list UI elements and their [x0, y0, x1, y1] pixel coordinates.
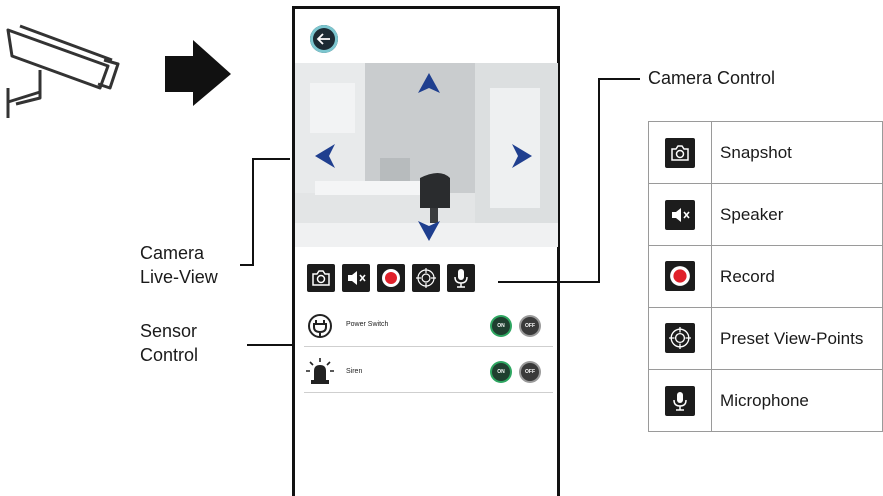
- snapshot-button[interactable]: [307, 264, 335, 292]
- microphone-icon: [665, 385, 696, 416]
- record-icon: [382, 269, 400, 287]
- callout-line: [240, 264, 254, 266]
- sensor-divider: [304, 392, 553, 393]
- speaker-muted-icon: [348, 271, 366, 285]
- right-arrow-icon: [165, 40, 231, 106]
- camera-control-callout: Camera Control: [648, 68, 776, 88]
- sensor-control-callout-line2: Control: [140, 345, 199, 365]
- legend-row: Microphone: [647, 369, 883, 432]
- callout-line: [598, 78, 600, 283]
- siren-icon: [306, 358, 334, 384]
- microphone-icon: [454, 269, 468, 288]
- legend-label: Speaker: [711, 183, 883, 246]
- legend-row: Snapshot: [647, 121, 883, 184]
- callout-line: [252, 158, 290, 160]
- legend-label: Preset View-Points: [711, 307, 883, 370]
- back-arrow-icon: [316, 33, 330, 45]
- record-button[interactable]: [377, 264, 405, 292]
- callout-line: [598, 78, 640, 80]
- sensor-label-siren: Siren: [346, 368, 363, 375]
- legend-label: Microphone: [711, 369, 883, 432]
- power-switch-off-toggle[interactable]: OFF: [521, 317, 539, 335]
- legend-row: Record: [647, 245, 883, 308]
- power-switch-on-toggle[interactable]: ON: [492, 317, 510, 335]
- sensor-control-callout-line1: Sensor: [140, 321, 198, 341]
- sensor-label-power-switch: Power Switch: [346, 321, 389, 328]
- record-icon: [665, 261, 696, 291]
- camera-control-legend: Snapshot Speaker Record Preset View-Poin…: [647, 121, 883, 432]
- sensor-divider: [304, 346, 553, 347]
- power-plug-icon: [308, 314, 332, 338]
- pan-up-icon[interactable]: [418, 73, 440, 93]
- preset-viewpoints-button[interactable]: [412, 264, 440, 292]
- pan-left-icon[interactable]: [315, 144, 335, 168]
- back-button[interactable]: [310, 25, 338, 53]
- crosshair-icon: [416, 268, 436, 288]
- pan-right-icon[interactable]: [512, 144, 532, 168]
- cctv-camera-icon: [6, 24, 120, 118]
- siren-on-toggle[interactable]: ON: [492, 363, 510, 381]
- speaker-button[interactable]: [342, 264, 370, 292]
- camera-icon: [312, 270, 330, 286]
- legend-row: Speaker: [647, 183, 883, 246]
- speaker-muted-icon: [665, 199, 696, 230]
- callout-line: [247, 344, 292, 346]
- camera-icon: [665, 137, 696, 168]
- crosshair-icon: [665, 323, 696, 353]
- callout-line: [498, 281, 600, 283]
- legend-label: Record: [711, 245, 883, 308]
- legend-label: Snapshot: [711, 121, 883, 184]
- live-view-callout-line1: Camera: [140, 243, 205, 263]
- siren-off-toggle[interactable]: OFF: [521, 363, 539, 381]
- microphone-button[interactable]: [447, 264, 475, 292]
- legend-row: Preset View-Points: [647, 307, 883, 370]
- live-view-callout-line2: Live-View: [140, 267, 218, 287]
- callout-line: [252, 158, 254, 266]
- pan-down-icon[interactable]: [418, 221, 440, 241]
